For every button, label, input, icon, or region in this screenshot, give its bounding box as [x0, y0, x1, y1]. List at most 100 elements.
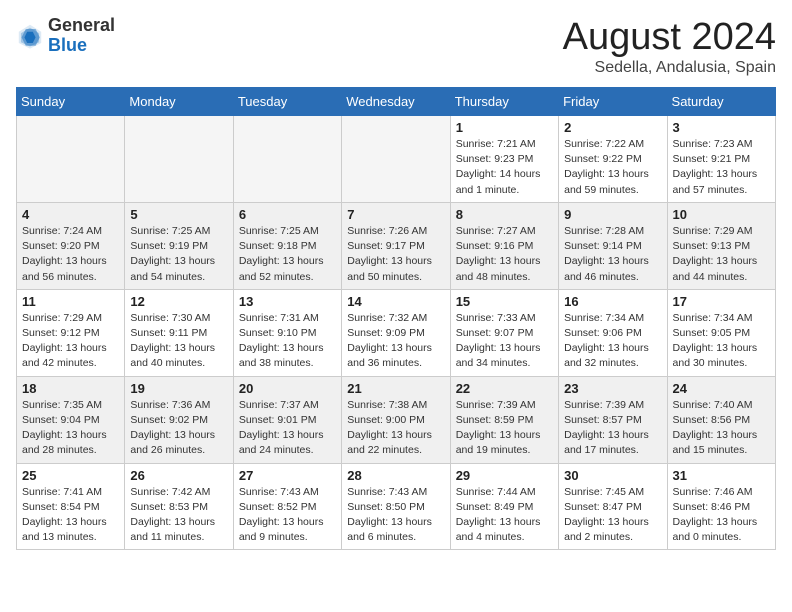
calendar-cell: 19 Sunrise: 7:36 AM Sunset: 9:02 PM Dayli…	[125, 376, 233, 463]
calendar-cell: 2 Sunrise: 7:22 AM Sunset: 9:22 PM Daylig…	[559, 116, 667, 203]
calendar-cell: 15 Sunrise: 7:33 AM Sunset: 9:07 PM Dayli…	[450, 289, 558, 376]
day-number: 25	[22, 468, 119, 483]
day-detail: Sunrise: 7:44 AM Sunset: 8:49 PM Dayligh…	[456, 485, 553, 546]
calendar-cell: 18Sunrise: 7:35 AM Sunset: 9:04 PM Dayli…	[17, 376, 125, 463]
day-number: 4	[22, 207, 119, 222]
day-detail: Sunrise: 7:31 AM Sunset: 9:10 PM Dayligh…	[239, 311, 336, 372]
day-detail: Sunrise: 7:30 AM Sunset: 9:11 PM Dayligh…	[130, 311, 227, 372]
day-number: 22	[456, 381, 553, 396]
day-number: 15	[456, 294, 553, 309]
calendar-header: SundayMondayTuesdayWednesdayThursdayFrid…	[17, 88, 776, 116]
day-detail: Sunrise: 7:26 AM Sunset: 9:17 PM Dayligh…	[347, 224, 444, 285]
day-number: 24	[673, 381, 770, 396]
title-block: August 2024 Sedella, Andalusia, Spain	[563, 16, 776, 77]
day-number: 10	[673, 207, 770, 222]
day-detail: Sunrise: 7:41 AM Sunset: 8:54 PM Dayligh…	[22, 485, 119, 546]
day-detail: Sunrise: 7:27 AM Sunset: 9:16 PM Dayligh…	[456, 224, 553, 285]
day-detail: Sunrise: 7:38 AM Sunset: 9:00 PM Dayligh…	[347, 398, 444, 459]
day-number: 29	[456, 468, 553, 483]
calendar-cell: 13Sunrise: 7:31 AM Sunset: 9:10 PM Dayli…	[233, 289, 341, 376]
calendar-body: 1Sunrise: 7:21 AM Sunset: 9:23 PM Daylig…	[17, 116, 776, 550]
day-detail: Sunrise: 7:42 AM Sunset: 8:53 PM Dayligh…	[130, 485, 227, 546]
day-number: 18	[22, 381, 119, 396]
day-detail: Sunrise: 7:28 AM Sunset: 9:14 PM Dayligh…	[564, 224, 661, 285]
calendar-cell: 12Sunrise: 7:30 AM Sunset: 9:11 PM Dayli…	[125, 289, 233, 376]
day-number: 5	[130, 207, 227, 222]
calendar-cell: 6 Sunrise: 7:25 AM Sunset: 9:18 PM Daylig…	[233, 202, 341, 289]
calendar-cell: 7Sunrise: 7:26 AM Sunset: 9:17 PM Daylig…	[342, 202, 450, 289]
day-detail: Sunrise: 7:34 AM Sunset: 9:06 PM Dayligh…	[564, 311, 661, 372]
calendar-cell: 16 Sunrise: 7:34 AM Sunset: 9:06 PM Dayli…	[559, 289, 667, 376]
calendar-cell	[125, 116, 233, 203]
calendar-cell: 25 Sunrise: 7:41 AM Sunset: 8:54 PM Dayli…	[17, 463, 125, 550]
calendar-week-row: 18Sunrise: 7:35 AM Sunset: 9:04 PM Dayli…	[17, 376, 776, 463]
calendar-cell: 3 Sunrise: 7:23 AM Sunset: 9:21 PM Daylig…	[667, 116, 775, 203]
day-number: 6	[239, 207, 336, 222]
day-detail: Sunrise: 7:21 AM Sunset: 9:23 PM Dayligh…	[456, 137, 553, 198]
day-number: 26	[130, 468, 227, 483]
day-number: 8	[456, 207, 553, 222]
day-detail: Sunrise: 7:45 AM Sunset: 8:47 PM Dayligh…	[564, 485, 661, 546]
calendar-cell: 4Sunrise: 7:24 AM Sunset: 9:20 PM Daylig…	[17, 202, 125, 289]
calendar-cell: 22 Sunrise: 7:39 AM Sunset: 8:59 PM Dayli…	[450, 376, 558, 463]
calendar-cell: 11Sunrise: 7:29 AM Sunset: 9:12 PM Dayli…	[17, 289, 125, 376]
day-detail: Sunrise: 7:22 AM Sunset: 9:22 PM Dayligh…	[564, 137, 661, 198]
day-number: 23	[564, 381, 661, 396]
day-detail: Sunrise: 7:46 AM Sunset: 8:46 PM Dayligh…	[673, 485, 770, 546]
day-detail: Sunrise: 7:33 AM Sunset: 9:07 PM Dayligh…	[456, 311, 553, 372]
day-number: 14	[347, 294, 444, 309]
header-cell-saturday: Saturday	[667, 88, 775, 116]
calendar-cell	[17, 116, 125, 203]
day-number: 30	[564, 468, 661, 483]
day-detail: Sunrise: 7:40 AM Sunset: 8:56 PM Dayligh…	[673, 398, 770, 459]
calendar-week-row: 1Sunrise: 7:21 AM Sunset: 9:23 PM Daylig…	[17, 116, 776, 203]
calendar-week-row: 25 Sunrise: 7:41 AM Sunset: 8:54 PM Dayli…	[17, 463, 776, 550]
calendar-cell: 31Sunrise: 7:46 AM Sunset: 8:46 PM Dayli…	[667, 463, 775, 550]
header-cell-thursday: Thursday	[450, 88, 558, 116]
day-detail: Sunrise: 7:39 AM Sunset: 8:57 PM Dayligh…	[564, 398, 661, 459]
day-detail: Sunrise: 7:36 AM Sunset: 9:02 PM Dayligh…	[130, 398, 227, 459]
calendar-cell: 30 Sunrise: 7:45 AM Sunset: 8:47 PM Dayli…	[559, 463, 667, 550]
calendar-cell: 26 Sunrise: 7:42 AM Sunset: 8:53 PM Dayli…	[125, 463, 233, 550]
calendar-week-row: 4Sunrise: 7:24 AM Sunset: 9:20 PM Daylig…	[17, 202, 776, 289]
calendar-cell: 5Sunrise: 7:25 AM Sunset: 9:19 PM Daylig…	[125, 202, 233, 289]
calendar-cell: 27Sunrise: 7:43 AM Sunset: 8:52 PM Dayli…	[233, 463, 341, 550]
calendar-cell: 24 Sunrise: 7:40 AM Sunset: 8:56 PM Dayli…	[667, 376, 775, 463]
calendar-table: SundayMondayTuesdayWednesdayThursdayFrid…	[16, 87, 776, 550]
day-detail: Sunrise: 7:32 AM Sunset: 9:09 PM Dayligh…	[347, 311, 444, 372]
header-cell-sunday: Sunday	[17, 88, 125, 116]
day-number: 2	[564, 120, 661, 135]
day-number: 27	[239, 468, 336, 483]
page-header: General Blue August 2024 Sedella, Andalu…	[16, 16, 776, 77]
day-number: 16	[564, 294, 661, 309]
day-detail: Sunrise: 7:29 AM Sunset: 9:12 PM Dayligh…	[22, 311, 119, 372]
day-number: 20	[239, 381, 336, 396]
header-cell-friday: Friday	[559, 88, 667, 116]
header-row: SundayMondayTuesdayWednesdayThursdayFrid…	[17, 88, 776, 116]
header-cell-tuesday: Tuesday	[233, 88, 341, 116]
logo-icon	[16, 22, 44, 50]
calendar-cell: 28Sunrise: 7:43 AM Sunset: 8:50 PM Dayli…	[342, 463, 450, 550]
day-detail: Sunrise: 7:25 AM Sunset: 9:18 PM Dayligh…	[239, 224, 336, 285]
calendar-cell: 17 Sunrise: 7:34 AM Sunset: 9:05 PM Dayli…	[667, 289, 775, 376]
day-detail: Sunrise: 7:23 AM Sunset: 9:21 PM Dayligh…	[673, 137, 770, 198]
day-number: 19	[130, 381, 227, 396]
logo: General Blue	[16, 16, 115, 56]
calendar-cell	[342, 116, 450, 203]
header-cell-monday: Monday	[125, 88, 233, 116]
month-year-title: August 2024	[563, 16, 776, 59]
logo-general: General	[48, 16, 115, 36]
day-number: 17	[673, 294, 770, 309]
location-subtitle: Sedella, Andalusia, Spain	[563, 59, 776, 77]
day-detail: Sunrise: 7:34 AM Sunset: 9:05 PM Dayligh…	[673, 311, 770, 372]
calendar-cell: 9Sunrise: 7:28 AM Sunset: 9:14 PM Daylig…	[559, 202, 667, 289]
calendar-cell: 8 Sunrise: 7:27 AM Sunset: 9:16 PM Daylig…	[450, 202, 558, 289]
calendar-cell: 21Sunrise: 7:38 AM Sunset: 9:00 PM Dayli…	[342, 376, 450, 463]
day-detail: Sunrise: 7:37 AM Sunset: 9:01 PM Dayligh…	[239, 398, 336, 459]
header-cell-wednesday: Wednesday	[342, 88, 450, 116]
calendar-cell: 1Sunrise: 7:21 AM Sunset: 9:23 PM Daylig…	[450, 116, 558, 203]
day-detail: Sunrise: 7:39 AM Sunset: 8:59 PM Dayligh…	[456, 398, 553, 459]
day-number: 28	[347, 468, 444, 483]
logo-blue: Blue	[48, 36, 115, 56]
day-number: 3	[673, 120, 770, 135]
